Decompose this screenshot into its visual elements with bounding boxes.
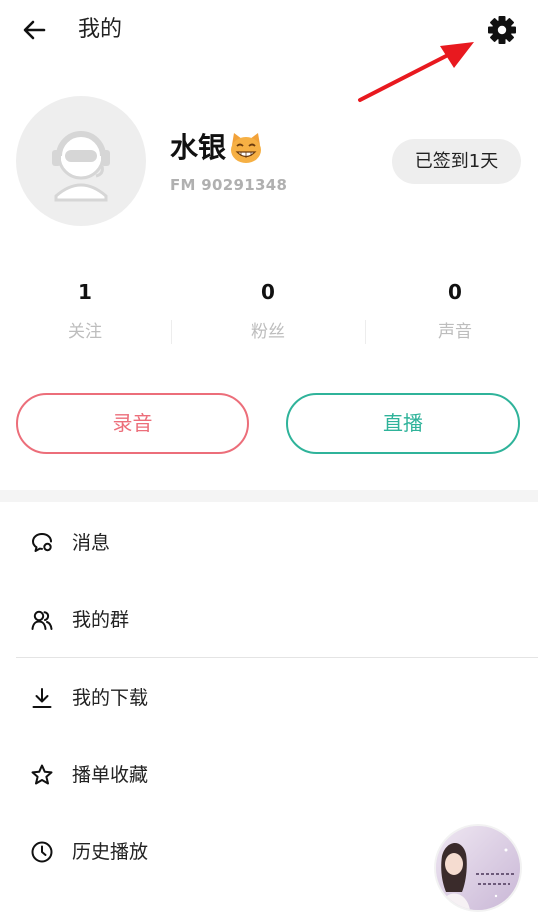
menu-item-label: 历史播放 [72,841,149,863]
mini-player-cover[interactable] [436,826,520,910]
gear-icon [488,16,516,44]
settings-button[interactable] [484,12,520,48]
back-button[interactable] [18,14,52,46]
page-title: 我的 [78,17,123,42]
stat-divider [365,320,366,344]
stat-following[interactable]: 1 关注 [0,270,170,348]
stat-followers-value: 0 [261,280,275,304]
record-button[interactable]: 录音 [16,393,249,454]
checkin-button[interactable]: 已签到1天 [392,139,521,184]
menu-item-messages[interactable]: 消息 [0,511,538,575]
stat-followers[interactable]: 0 粉丝 [183,270,353,348]
menu-item-playlist-favorites[interactable]: 播单收藏 [0,743,538,807]
album-cover-image [436,826,520,910]
menu-item-label: 我的群 [72,609,130,631]
stat-following-label: 关注 [68,322,102,342]
section-divider [0,490,538,502]
stat-followers-label: 粉丝 [251,322,285,342]
message-icon [32,533,52,552]
user-fm-id: FM 90291348 [170,176,288,194]
menu-item-label: 消息 [72,532,111,554]
avatar[interactable] [16,96,146,226]
back-arrow-icon [23,20,46,40]
live-button[interactable]: 直播 [286,393,520,454]
stats-row: 1 关注 0 粉丝 0 声音 [0,270,538,360]
group-icon [31,610,53,630]
menu-item-my-groups[interactable]: 我的群 [0,588,538,652]
menu-item-label: 播单收藏 [72,764,149,786]
user-name-row: 水银 [170,130,264,166]
user-name: 水银 [170,131,227,164]
top-bar: 我的 [0,0,538,60]
default-avatar-icon [52,131,110,202]
stat-following-value: 1 [78,280,92,304]
menu-divider [16,657,538,658]
cat-emoji-icon [231,133,262,163]
menu-item-label: 我的下载 [72,687,149,709]
clock-icon [31,841,53,863]
stat-sounds-label: 声音 [438,322,472,342]
stat-divider [171,320,172,344]
star-icon [31,764,53,785]
profile-page: 我的 水银 FM 90291348 已签到1天 1 关注 0 粉丝 0 声音 录… [0,0,538,912]
stat-sounds-value: 0 [448,280,462,304]
menu-item-downloads[interactable]: 我的下载 [0,666,538,730]
download-icon [32,688,52,708]
stat-sounds[interactable]: 0 声音 [370,270,538,348]
